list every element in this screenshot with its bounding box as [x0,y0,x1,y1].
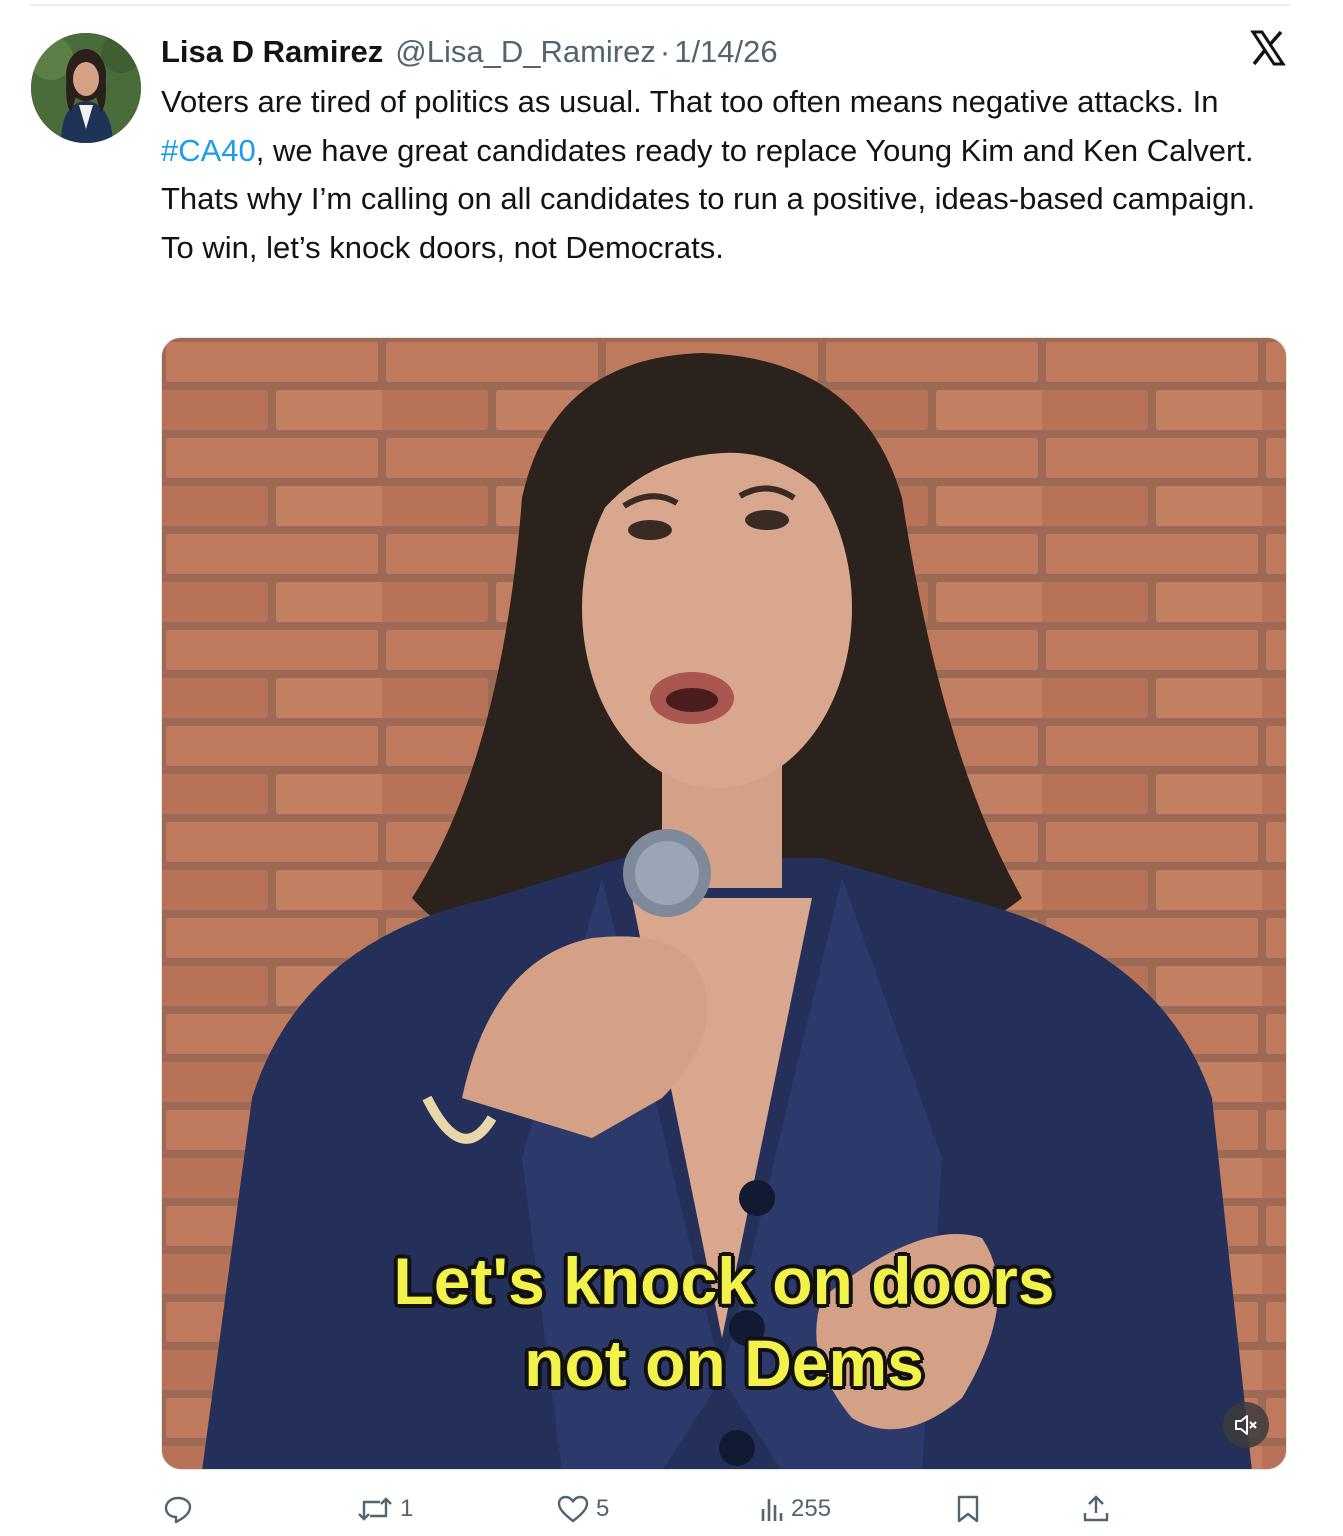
video-frame [162,338,1286,1469]
retweet-button[interactable]: 1 [356,1486,413,1532]
retweet-icon [358,1497,392,1521]
tweet-text: Voters are tired of politics as usual. T… [161,78,1281,272]
like-count: 5 [596,1495,610,1522]
video-player[interactable] [161,337,1287,1470]
author-handle[interactable]: @Lisa_D_Ramirez [395,34,656,70]
avatar[interactable] [31,33,141,143]
reply-icon [164,1496,192,1524]
tweet-text-part1: Voters are tired of politics as usual. T… [161,84,1219,119]
action-bar: 1 5 255 [0,1486,1343,1536]
views-count: 255 [791,1495,832,1522]
bookmark-button[interactable] [954,1486,982,1532]
avatar-photo [31,33,141,143]
share-upload-icon [1083,1495,1109,1522]
mute-button[interactable] [1223,1402,1269,1448]
speaker-muted-icon [1235,1415,1257,1435]
author-name[interactable]: Lisa D Ramirez [161,34,383,70]
x-logo-icon[interactable] [1250,30,1286,66]
views-button[interactable]: 255 [759,1486,831,1532]
hashtag-link[interactable]: #CA40 [161,133,256,168]
separator-dot: · [659,34,671,69]
top-divider [30,4,1290,6]
heart-icon [557,1495,589,1523]
tweet-text-part2: , we have great candidates ready to repl… [161,132,1256,265]
bookmark-icon [957,1495,979,1523]
reply-button[interactable] [162,1486,200,1532]
tweet-header: Lisa D Ramirez @Lisa_D_Ramirez · 1/14/26 [161,30,778,74]
retweet-count: 1 [400,1495,414,1522]
like-button[interactable]: 5 [556,1486,609,1532]
tweet-date[interactable]: 1/14/26 [674,34,777,70]
views-bar-chart-icon [761,1499,783,1521]
share-button[interactable] [1081,1486,1111,1532]
